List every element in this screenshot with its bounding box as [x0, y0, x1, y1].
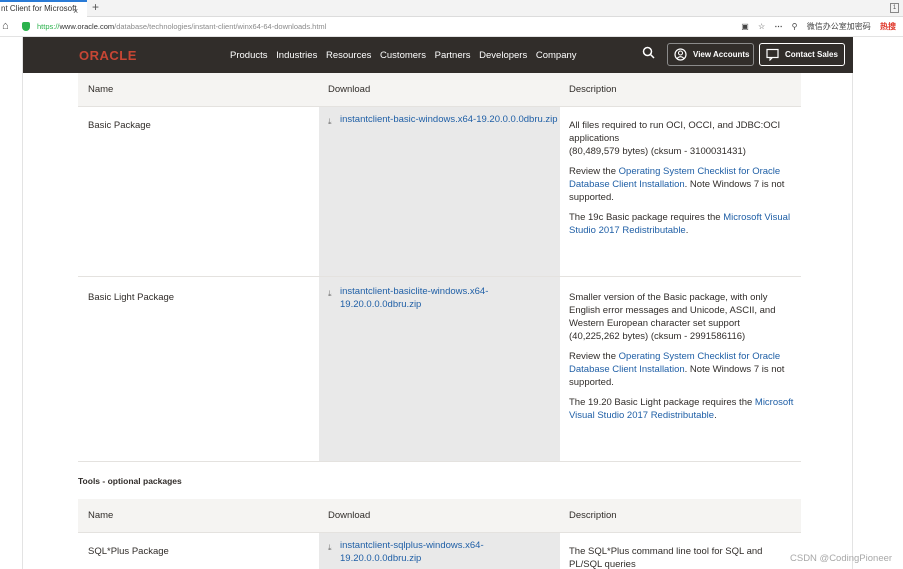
watermark: CSDN @CodingPioneer	[790, 553, 893, 564]
description-text: .	[685, 225, 689, 236]
home-icon[interactable]: ⌂	[2, 20, 9, 33]
description-text: All files required to run OCI, OCCI, and…	[569, 120, 781, 144]
table-header-row: Name Download Description	[78, 499, 801, 533]
view-accounts-label: View Accounts	[693, 50, 750, 59]
browser-tab[interactable]: nt Client for Microsoft ×	[0, 0, 87, 17]
download-cell: ⤓ instantclient-sqlplus-windows.x64-19.20…	[319, 533, 560, 569]
download-cell: ⤓ instantclient-basic-windows.x64-19.20.0…	[319, 107, 560, 276]
nav-link-company[interactable]: Company	[536, 50, 577, 61]
header-download: Download	[328, 84, 371, 95]
url-scheme: https://	[37, 22, 60, 31]
download-link-text: instantclient-sqlplus-windows.x64-19.20.…	[340, 540, 484, 564]
download-icon: ⤓	[328, 289, 332, 298]
header-description: Description	[569, 510, 617, 521]
url-path: /database/technologies/instant-client/wi…	[114, 22, 327, 31]
translate-icon[interactable]: ▣	[741, 22, 749, 31]
description-text: Review the	[569, 351, 619, 362]
addr-search-icon[interactable]: ⚲	[792, 22, 798, 31]
tab-close-icon[interactable]: ×	[73, 4, 78, 17]
description-text: The SQL*Plus command line tool for SQL a…	[569, 546, 763, 569]
package-name: SQL*Plus Package	[88, 546, 169, 557]
tools-section-title: Tools - optional packages	[78, 476, 182, 486]
nav-links: Products Industries Resources Customers …	[230, 50, 583, 61]
shield-icon	[22, 22, 30, 31]
address-bar: ⌂ https://www.oracle.com/database/techno…	[0, 17, 903, 37]
view-accounts-button[interactable]: View Accounts	[667, 43, 754, 66]
new-tab-button[interactable]: +	[92, 1, 99, 14]
menu-dots-icon[interactable]: ⋯	[774, 22, 782, 31]
table-row: Basic Light Package ⤓ instantclient-basic…	[78, 277, 801, 462]
star-icon[interactable]: ☆	[758, 22, 765, 31]
oracle-logo[interactable]: ORACLE	[79, 48, 137, 63]
description-text: Smaller version of the Basic package, wi…	[569, 292, 776, 329]
nav-link-customers[interactable]: Customers	[380, 50, 426, 61]
download-cell: ⤓ instantclient-basiclite-windows.x64-19.…	[319, 277, 560, 461]
hot-search-label[interactable]: 热搜	[880, 21, 896, 32]
nav-link-resources[interactable]: Resources	[326, 50, 371, 61]
description-cell: Smaller version of the Basic package, wi…	[560, 277, 801, 461]
download-link[interactable]: ⤓ instantclient-basiclite-windows.x64-19.…	[328, 285, 560, 311]
download-link[interactable]: ⤓ instantclient-sqlplus-windows.x64-19.20…	[328, 539, 560, 565]
window-count-button[interactable]: 1	[890, 3, 899, 13]
nav-link-industries[interactable]: Industries	[276, 50, 317, 61]
chat-icon	[766, 48, 779, 61]
header-name: Name	[88, 510, 114, 521]
url-field[interactable]: https://www.oracle.com/database/technolo…	[37, 22, 326, 31]
download-icon: ⤓	[328, 543, 332, 552]
browser-tab-bar: nt Client for Microsoft × + 1	[0, 0, 903, 17]
download-icon: ⤓	[328, 117, 332, 126]
description-text: Review the	[569, 166, 619, 177]
tab-title: nt Client for Microsoft	[1, 4, 77, 13]
oracle-navbar: ORACLE Products Industries Resources Cus…	[23, 37, 853, 73]
description-cell: The SQL*Plus command line tool for SQL a…	[560, 533, 801, 569]
description-text: The 19c Basic package requires the	[569, 212, 724, 223]
package-name: Basic Package	[88, 120, 151, 131]
contact-sales-label: Contact Sales	[785, 50, 838, 59]
contact-sales-button[interactable]: Contact Sales	[759, 43, 845, 66]
search-icon[interactable]	[642, 46, 655, 59]
package-name: Basic Light Package	[88, 292, 175, 303]
nav-link-partners[interactable]: Partners	[435, 50, 471, 61]
description-cell: All files required to run OCI, OCCI, and…	[560, 107, 801, 276]
table-row: SQL*Plus Package ⤓ instantclient-sqlplus-…	[78, 533, 801, 569]
description-size: (80,489,579 bytes) (cksum - 3100031431)	[569, 146, 746, 157]
nav-link-developers[interactable]: Developers	[479, 50, 527, 61]
download-link[interactable]: ⤓ instantclient-basic-windows.x64-19.20.0…	[328, 113, 560, 126]
description-size: (40,225,262 bytes) (cksum - 2991586116)	[569, 331, 746, 342]
table-header-row: Name Download Description	[78, 73, 801, 107]
url-host: www.oracle.com	[59, 22, 115, 31]
search-hint-text[interactable]: 微信办公室加密码	[807, 21, 871, 32]
account-icon	[674, 48, 687, 61]
header-description: Description	[569, 84, 617, 95]
description-text: .	[714, 410, 717, 421]
header-name: Name	[88, 84, 114, 95]
header-download: Download	[328, 510, 371, 521]
address-bar-tools: ▣ ☆ ⋯ ⚲ 微信办公室加密码 热搜	[741, 21, 903, 34]
download-link-text: instantclient-basic-windows.x64-19.20.0.…	[340, 114, 558, 125]
table-row: Basic Package ⤓ instantclient-basic-windo…	[78, 107, 801, 277]
download-link-text: instantclient-basiclite-windows.x64-19.2…	[340, 286, 489, 310]
description-text: The 19.20 Basic Light package requires t…	[569, 397, 755, 408]
nav-link-products[interactable]: Products	[230, 50, 268, 61]
